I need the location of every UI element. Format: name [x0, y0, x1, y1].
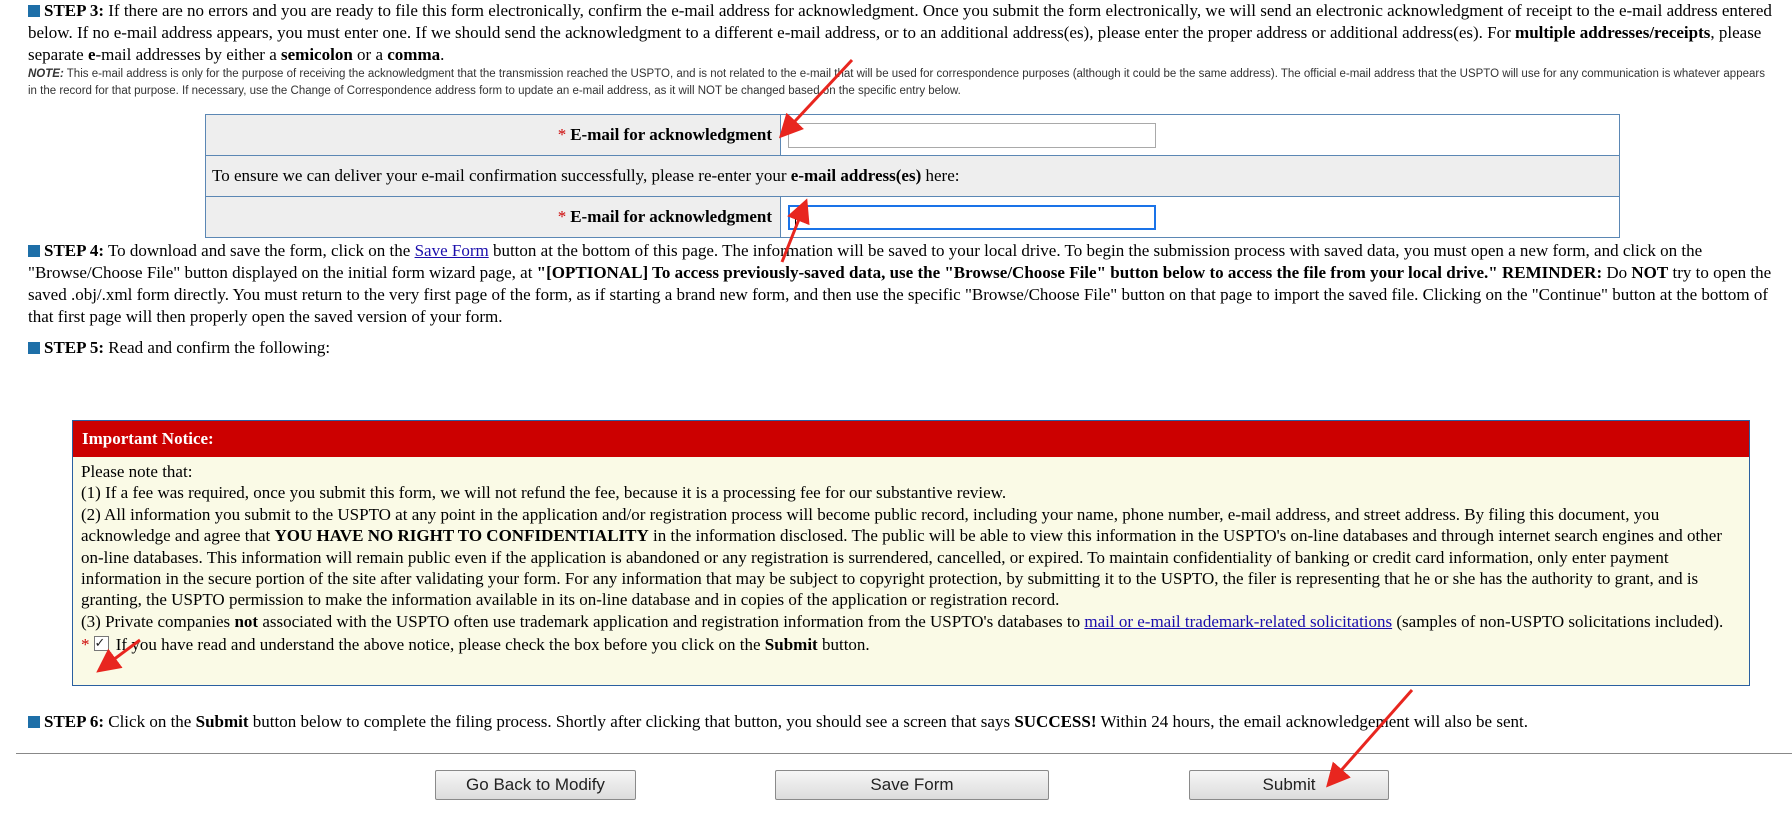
confirm-text-a: To ensure we can deliver your e-mail con…: [212, 166, 791, 185]
step3-text5: .: [440, 45, 445, 64]
notice-confirm-bold: Submit: [764, 635, 818, 655]
step5-label: STEP 5:: [44, 338, 104, 357]
step3-text: If there are no errors and you are ready…: [28, 1, 1772, 42]
important-notice-title: Important Notice:: [73, 421, 1749, 457]
required-asterisk: *: [557, 125, 567, 144]
notice-confirm-row: * If you have read and understand the ab…: [81, 633, 1741, 655]
notice-point-3: (3) Private companies not associated wit…: [81, 611, 1741, 632]
notice-p3-c: (samples of non-USPTO solicitations incl…: [1392, 611, 1724, 631]
required-asterisk: *: [557, 207, 567, 226]
confirm-text-bold: e-mail address(es): [790, 166, 922, 185]
notice-p2-bold: YOU HAVE NO RIGHT TO CONFIDENTIALITY: [274, 526, 649, 546]
confirm-email-instruction: To ensure we can deliver your e-mail con…: [205, 155, 1620, 197]
submit-button[interactable]: Submit: [1189, 770, 1389, 800]
step-bullet-icon: [28, 342, 40, 354]
step-bullet-icon: [28, 245, 40, 257]
step3-bold-comma: comma: [387, 45, 441, 64]
step4-section: STEP 4: To download and save the form, c…: [28, 240, 1772, 328]
notice-point-2: (2) All information you submit to the US…: [81, 504, 1741, 611]
step6-section: STEP 6: Click on the Submit button below…: [28, 711, 1772, 733]
step6-success-bold: SUCCESS!: [1014, 712, 1097, 731]
notice-intro: Please note that:: [81, 462, 193, 481]
email-ack-confirm-input[interactable]: [788, 204, 1156, 230]
step4-label: STEP 4:: [44, 241, 104, 260]
required-asterisk: *: [81, 635, 90, 655]
note-text: This e-mail address is only for the purp…: [28, 68, 1765, 97]
step-bullet-icon: [28, 5, 40, 17]
notice-confirm-checkbox[interactable]: [93, 633, 109, 655]
save-form-link[interactable]: Save Form: [415, 241, 489, 260]
step4-not-bold: NOT: [1631, 263, 1669, 282]
step4-text1: To download and save the form, click on …: [104, 241, 415, 260]
confirm-text-b: here:: [921, 166, 960, 185]
notice-p3-a: (3) Private companies: [81, 611, 235, 631]
step6-text2: button below to complete the filing proc…: [248, 712, 1015, 731]
step4-text4: Do: [1602, 263, 1632, 282]
email-ack-input[interactable]: [788, 122, 1156, 148]
solicitations-link[interactable]: mail or e-mail trademark-related solicit…: [1084, 612, 1392, 631]
notice-confirm-text-b: button.: [817, 635, 870, 655]
step6-text3: Within 24 hours, the email acknowledgeme…: [1096, 712, 1528, 731]
email-label-2-text: E-mail for acknowledgment: [570, 207, 772, 226]
divider: [16, 753, 1792, 754]
step5-section: STEP 5: Read and confirm the following:: [28, 337, 1772, 359]
notice-point-1: (1) If a fee was required, once you subm…: [81, 483, 1007, 503]
save-form-button[interactable]: Save Form: [775, 770, 1049, 800]
step3-text3: -mail addresses by either a: [95, 45, 281, 64]
note-label: NOTE:: [28, 68, 64, 80]
step3-note: NOTE: This e-mail address is only for th…: [28, 66, 1772, 100]
step5-text: Read and confirm the following:: [104, 338, 331, 357]
step3-section: STEP 3: If there are no errors and you a…: [28, 0, 1772, 100]
email-acknowledgment-table: * E-mail for acknowledgment To ensure we …: [205, 114, 1620, 238]
email-label-2: * E-mail for acknowledgment: [205, 196, 781, 238]
email-label-1: * E-mail for acknowledgment: [205, 114, 781, 156]
step3-label: STEP 3:: [44, 1, 104, 20]
step6-submit-bold: Submit: [195, 712, 249, 731]
email-label-1-text: E-mail for acknowledgment: [570, 125, 772, 144]
step3-bold-multiple: multiple addresses/receipts: [1515, 23, 1711, 42]
go-back-to-modify-button[interactable]: Go Back to Modify: [435, 770, 636, 800]
step4-optional-bold: "[OPTIONAL] To access previously-saved d…: [536, 263, 1498, 282]
step6-text1: Click on the: [104, 712, 196, 731]
step3-bold-semicolon: semicolon: [281, 45, 353, 64]
important-notice-box: Important Notice: Please note that: (1) …: [72, 420, 1750, 686]
notice-confirm-text-a: If you have read and understand the abov…: [111, 635, 765, 655]
step3-text4: or a: [352, 45, 388, 64]
step6-label: STEP 6:: [44, 712, 104, 731]
notice-p3-bold: not: [234, 611, 259, 631]
text-caret: [795, 209, 796, 226]
important-notice-body: Please note that: (1) If a fee was requi…: [73, 457, 1749, 656]
step-bullet-icon: [28, 716, 40, 728]
step4-reminder-bold: REMINDER:: [1502, 263, 1603, 282]
notice-p3-b: associated with the USPTO often use trad…: [258, 611, 1085, 631]
